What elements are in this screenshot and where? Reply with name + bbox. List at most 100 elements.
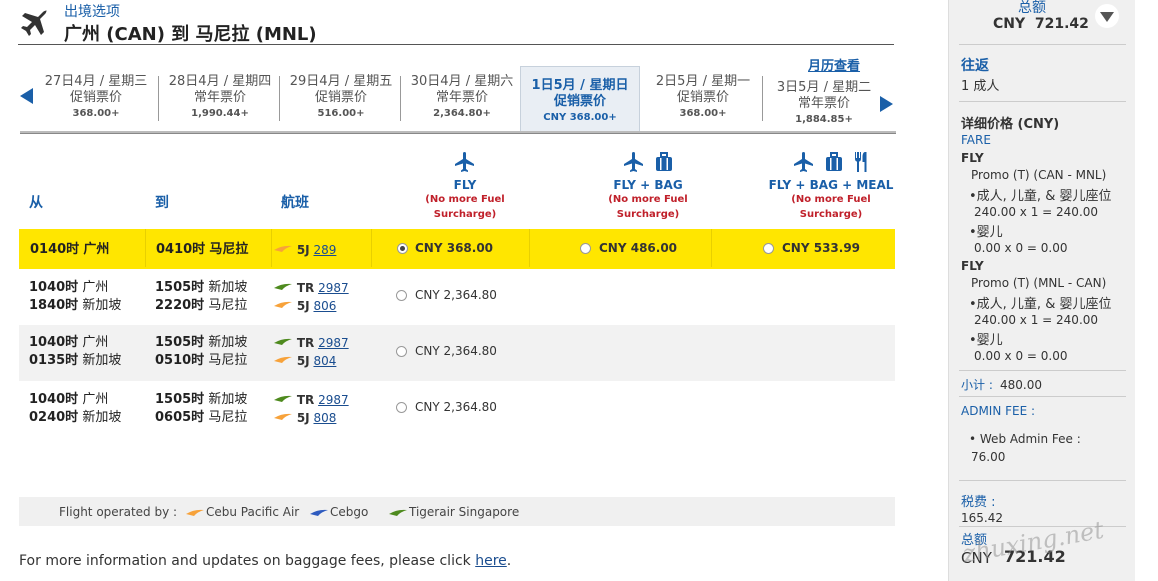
price-calc: 240.00 x 1 = 240.00 [974,313,1099,327]
arrival-city: 新加坡 [208,392,248,407]
fare-label: FARE [961,133,991,147]
fare-radio-fly[interactable] [396,346,407,357]
tigerair-logo-icon [274,283,292,290]
arrival-info: 1505时 新加坡 [155,279,247,297]
baggage-icon [656,152,672,171]
fare-price: CNY 2,364.80 [415,288,497,302]
collapse-button[interactable] [1095,4,1119,28]
date-price: 2,364.80+ [433,108,491,119]
date-scrollbar[interactable] [20,131,896,134]
fare-radio-fly[interactable] [396,290,407,301]
passenger-type: •成人, 儿童, & 婴儿座位 [969,189,1112,204]
row-divider [271,229,272,267]
cebu-pacific-logo-icon [274,413,292,420]
date-price: 1,990.44+ [191,108,249,119]
fare-name: FLY + BAG + MEAL [768,178,894,192]
fare-note: (No more Fuel [425,194,505,205]
flight-number-link[interactable]: 806 [313,299,336,313]
date-tab-1[interactable]: 28日4月 / 星期四 常年票价 1,990.44+ [160,74,280,126]
date-tab-6[interactable]: 3日5月 / 星期二 常年票价 1,884.85+ [764,80,884,132]
tigerair-logo-icon [274,395,292,402]
row-divider [371,229,372,267]
flight-row-selected[interactable]: 0140时 广州 0410时 马尼拉 5J 289 CNY 368.00 CNY… [19,229,895,269]
sidebar-divider [959,396,1126,397]
departure-city: 广州 [82,392,109,407]
fare-type-label: 常年票价 [435,90,488,105]
flight-row[interactable]: 1040时 广州 1840时 新加坡 1505时 新加坡 2220时 马尼拉 T… [19,278,895,330]
arrival-time: 0605时 [155,410,205,425]
flight-number-link[interactable]: 804 [313,354,336,368]
airline-code: 5J [296,354,310,368]
tigerair-logo-icon [274,338,292,345]
web-admin-fee-label: • Web Admin Fee : [969,432,1081,446]
flight-number-link[interactable]: 2987 [318,393,349,407]
sidebar-divider [959,480,1126,481]
row-divider [145,229,146,267]
baggage-info-label: For more information and updates on bagg… [19,553,476,569]
airline-code: TR [296,393,315,407]
fare-price: CNY 368.00 [415,241,494,255]
arrival-time: 1505时 [155,280,205,295]
fare-type-label: 促销票价 [69,90,122,105]
flight-number-link[interactable]: 2987 [318,336,349,350]
departure-time: 0135时 [29,353,79,368]
airline-code: 5J [296,411,310,425]
departure-time: 1840时 [29,298,79,313]
arrival-city: 新加坡 [208,280,248,295]
fare-note: Surcharge) [433,209,497,220]
baggage-icon [826,152,842,171]
fare-radio-fly-bag-meal[interactable] [763,243,774,254]
date-divider [400,76,401,121]
fare-type-label: 促销票价 [553,94,606,109]
departure-time: 0240时 [29,410,79,425]
prev-dates-arrow-icon[interactable] [20,88,33,104]
date-tab-5[interactable]: 2日5月 / 星期一 促销票价 368.00+ [643,74,763,126]
flight-number-link[interactable]: 2987 [318,281,349,295]
operator-legend: Flight operated by : Cebu Pacific Air Ce… [19,497,895,526]
departure-info: 0135时 新加坡 [29,352,121,370]
arrival-info: 2220时 马尼拉 [155,297,247,315]
baggage-info-text: For more information and updates on bagg… [19,553,511,569]
departure-info: 1840时 新加坡 [29,297,121,315]
date-label: 28日4月 / 星期四 [168,74,272,89]
tigerair-logo-icon [389,509,407,516]
flight-number: 5J 808 [273,409,336,427]
date-tab-selected[interactable]: 1日5月 / 星期日 促销票价 CNY 368.00+ [520,66,640,132]
fare-price: CNY 486.00 [599,241,678,255]
flight-row[interactable]: 1040时 广州 0135时 新加坡 1505时 新加坡 0510时 马尼拉 T… [19,325,895,381]
flight-number-link[interactable]: 289 [313,243,336,257]
legend-cebu-pacific: Cebu Pacific Air [206,505,300,519]
col-from-header: 从 [29,195,43,211]
departure-city: 新加坡 [82,298,122,313]
date-tab-3[interactable]: 30日4月 / 星期六 常年票价 2,364.80+ [402,74,522,126]
cebu-pacific-logo-icon [274,301,292,308]
flight-number-link[interactable]: 808 [313,411,336,425]
date-label: 29日4月 / 星期五 [289,74,393,89]
fare-column-fly: FLY (No more Fuel Surcharge) [385,150,545,222]
sidebar-divider [959,101,1126,102]
fare-radio-fly-bag[interactable] [580,243,591,254]
flight-row[interactable]: 1040时 广州 0240时 新加坡 1505时 新加坡 0605时 马尼拉 T… [19,390,895,442]
price-detail-label: 详细价格 (CNY) [961,117,1060,132]
price-calc: 0.00 x 0 = 0.00 [974,349,1068,363]
flight-number: TR 2987 [273,391,349,409]
segment-fare-name: FLY [961,151,984,165]
segment-route: Promo (T) (MNL - CAN) [971,276,1107,290]
arrival-info: 1505时 新加坡 [155,391,247,409]
departure-info: 1040时 广州 [29,334,108,352]
departure-info: 1040时 广州 [29,391,108,409]
legend-label: Flight operated by : [59,505,178,519]
date-tab-2[interactable]: 29日4月 / 星期五 促销票价 516.00+ [281,74,401,126]
departure-city: 广州 [82,280,109,295]
fare-radio-fly[interactable] [397,243,408,254]
sidebar-divider [959,44,1126,45]
date-tab-0[interactable]: 27日4月 / 星期三 促销票价 368.00+ [36,74,156,126]
outbound-options-label: 出境选项 [64,4,120,20]
fare-note: Surcharge) [799,209,863,220]
departure-city: 广州 [82,335,109,350]
price-calc: 240.00 x 1 = 240.00 [974,205,1099,219]
col-to-header: 到 [155,195,169,211]
arrival-time: 1505时 [155,335,205,350]
baggage-info-link[interactable]: here [475,553,507,569]
fare-radio-fly[interactable] [396,402,407,413]
